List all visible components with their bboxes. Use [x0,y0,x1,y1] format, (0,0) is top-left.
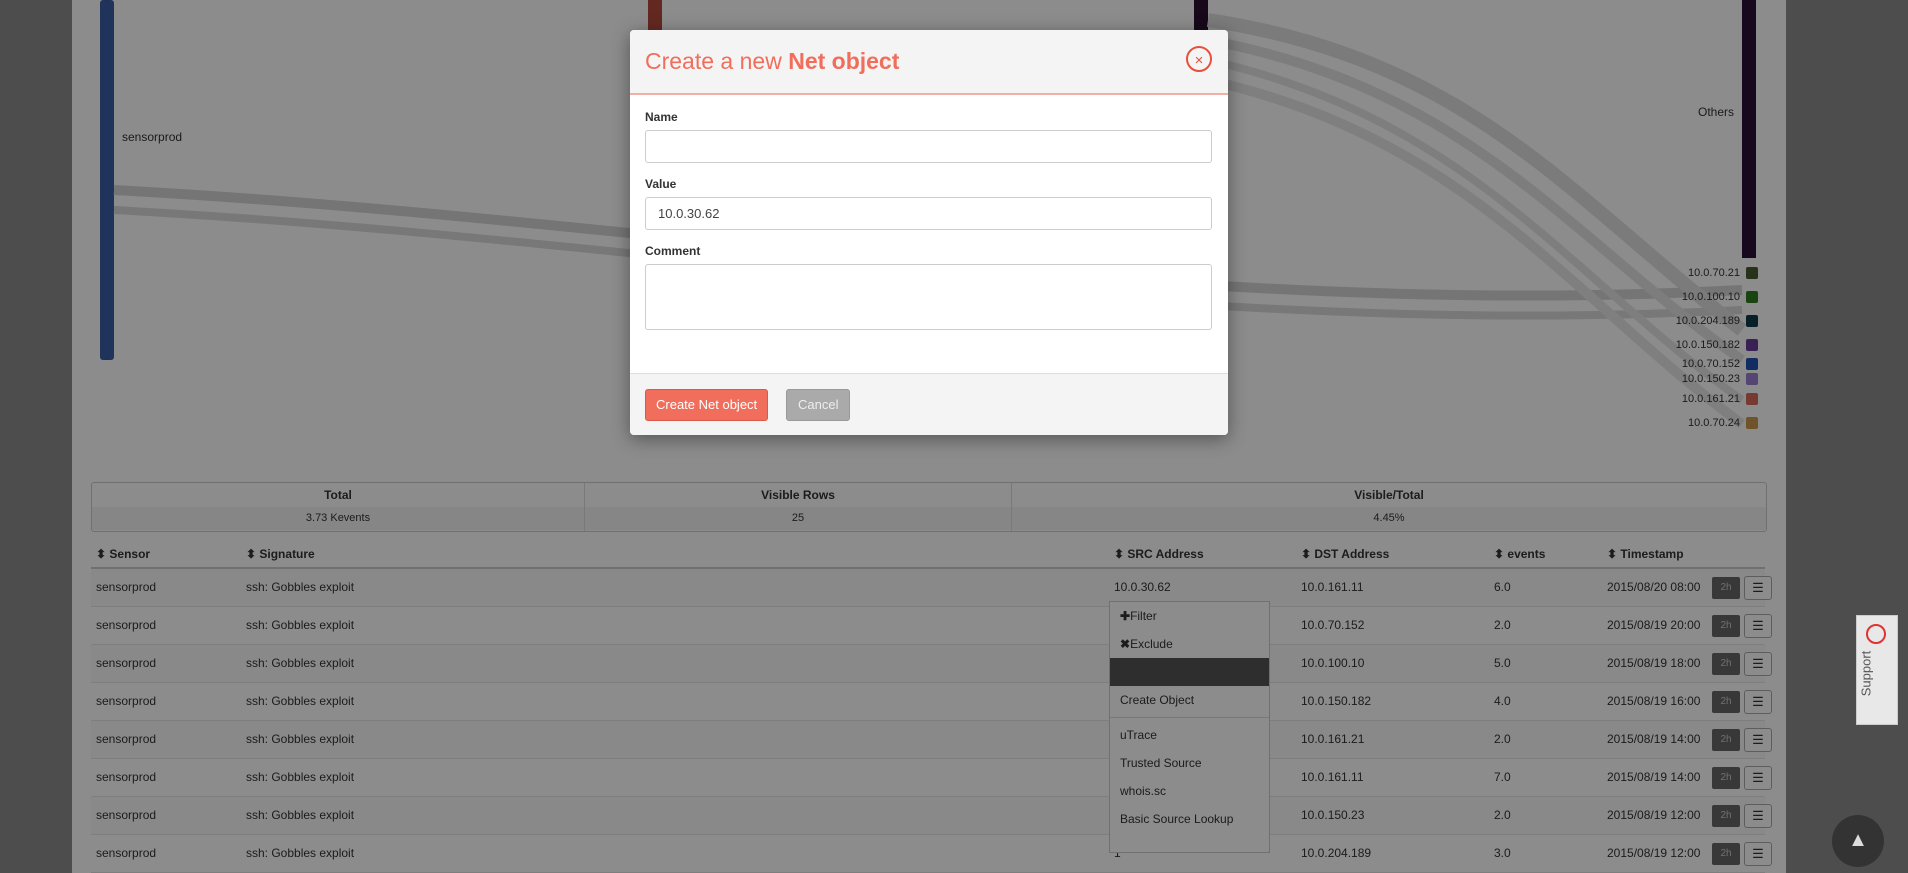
menu-item-trusted-source[interactable]: Trusted Source [1110,749,1269,777]
name-input[interactable] [645,130,1212,163]
comment-label: Comment [645,244,701,258]
dialog-header: Create a new Net object × [630,30,1228,95]
triangle-up-icon: ▲ [1848,829,1868,851]
menu-divider [1110,717,1269,718]
cancel-button[interactable]: Cancel [786,389,851,421]
plus-icon: ✚ [1120,609,1131,623]
name-label: Name [645,110,678,124]
value-label: Value [645,177,677,191]
value-input[interactable]: 10.0.30.62 [645,197,1212,230]
support-widget[interactable]: Support [1856,615,1898,725]
scroll-top-button[interactable]: ▲ [1832,815,1884,867]
context-menu: ✚Filter ✖Exclude Create Object uTrace Tr… [1109,601,1270,853]
menu-item-filter[interactable]: ✚Filter [1110,602,1269,630]
support-icon [1866,624,1886,644]
support-label: Support [1858,650,1874,697]
menu-item-create-object[interactable]: Create Object [1110,686,1269,714]
create-net-object-dialog: Create a new Net object × Name Value 10.… [630,30,1228,435]
menu-item-whois[interactable]: whois.sc [1110,777,1269,805]
comment-textarea[interactable] [645,264,1212,330]
create-net-object-button[interactable]: Create Net object [645,389,769,421]
dialog-footer: Create Net object Cancel [630,373,1228,435]
menu-item-utrace[interactable]: uTrace [1110,721,1269,749]
menu-separator-dark [1110,658,1269,686]
dialog-body: Name Value 10.0.30.62 Comment [630,95,1228,330]
dialog-title: Create a new Net object [645,48,900,74]
menu-item-basic-lookup[interactable]: Basic Source Lookup [1110,805,1269,833]
close-icon[interactable]: × [1186,46,1212,72]
menu-item-exclude[interactable]: ✖Exclude [1110,630,1269,658]
x-icon: ✖ [1120,637,1131,651]
